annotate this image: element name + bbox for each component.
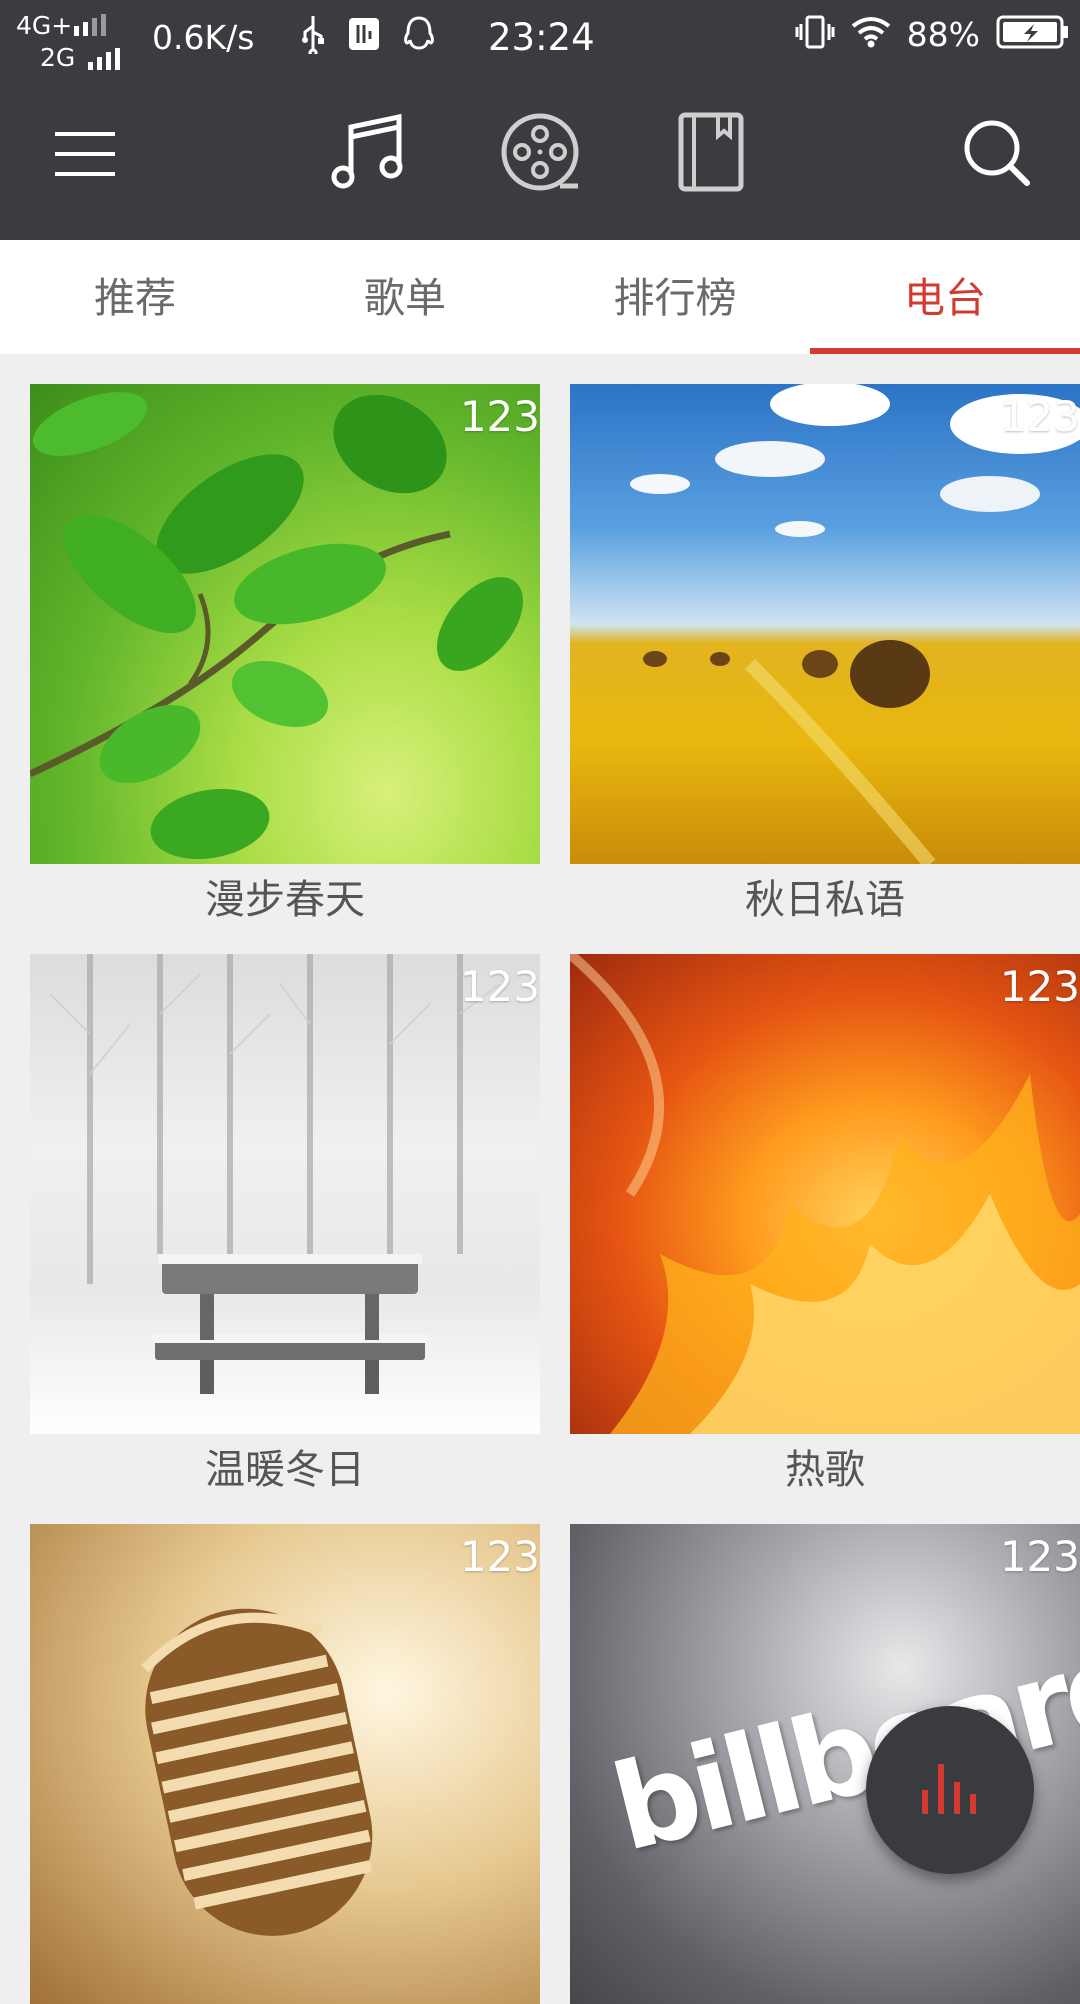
radio-thumbnail: 123 — [30, 384, 540, 864]
network-indicator: 4G+ 2G — [16, 8, 136, 72]
radio-title: 热歌 — [785, 1447, 865, 1493]
music-note-icon — [329, 113, 407, 195]
tab-label: 排行榜 — [613, 274, 737, 322]
radio-title: 秋日私语 — [745, 877, 905, 923]
radio-thumbnail: 123 — [570, 954, 1080, 1434]
active-tab-indicator — [810, 348, 1080, 354]
radio-card[interactable]: 123 热歌 — [570, 954, 1080, 1500]
system-icons: 88% — [795, 14, 1070, 54]
network-speed: 0.6K/s — [152, 18, 255, 57]
video-tab-button[interactable] — [492, 106, 588, 202]
radio-thumbnail: 123 — [30, 1524, 540, 2004]
signal-bars-bottom — [88, 48, 120, 70]
play-count: 123 — [459, 392, 540, 441]
usb-icon — [300, 14, 326, 58]
radio-title: 漫步春天 — [205, 877, 365, 923]
vibrate-icon — [795, 14, 835, 54]
book-tab-button[interactable] — [668, 108, 754, 200]
notification-icons — [300, 14, 436, 58]
tab-charts[interactable]: 排行榜 — [540, 240, 810, 354]
now-playing-button[interactable] — [866, 1706, 1034, 1874]
radio-card[interactable]: 123 — [30, 1524, 540, 2004]
play-count: 123 — [999, 1532, 1080, 1581]
play-count: 123 — [459, 1532, 540, 1581]
play-count: 123 — [999, 962, 1080, 1011]
radio-card[interactable]: 123 漫步春天 — [30, 384, 540, 930]
film-reel-icon — [500, 112, 580, 196]
usb-debug-icon — [348, 17, 380, 55]
network-type-top: 4G+ — [16, 11, 73, 40]
radio-title: 温暖冬日 — [205, 1447, 365, 1493]
play-count: 123 — [999, 392, 1080, 441]
qq-icon — [402, 15, 436, 57]
category-tabs: 推荐 歌单 排行榜 电台 — [0, 240, 1080, 354]
top-toolbar — [0, 76, 1080, 240]
play-count: 123 — [459, 962, 540, 1011]
radio-card[interactable]: 123 温暖冬日 — [30, 954, 540, 1500]
equalizer-icon — [918, 1760, 982, 1820]
battery-charging-icon — [996, 15, 1070, 53]
tab-playlists[interactable]: 歌单 — [270, 240, 540, 354]
radio-thumbnail: 123 — [30, 954, 540, 1434]
tab-label: 推荐 — [94, 274, 176, 322]
search-icon — [963, 119, 1031, 191]
clock: 23:24 — [488, 16, 595, 59]
radio-card[interactable]: 123 秋日私语 — [570, 384, 1080, 930]
battery-percent: 88% — [906, 14, 980, 54]
signal-bars-top — [74, 14, 106, 36]
network-type-bottom: 2G — [40, 43, 76, 72]
tab-radio[interactable]: 电台 — [810, 240, 1080, 354]
menu-icon — [53, 130, 117, 182]
menu-button[interactable] — [40, 116, 130, 196]
search-button[interactable] — [952, 110, 1042, 200]
tab-label: 歌单 — [364, 274, 446, 322]
music-tab-button[interactable] — [322, 108, 414, 200]
tab-recommend[interactable]: 推荐 — [0, 240, 270, 354]
radio-thumbnail: 123 — [570, 384, 1080, 864]
tab-label: 电台 — [904, 274, 986, 322]
wifi-icon — [851, 16, 891, 52]
book-icon — [678, 112, 744, 196]
status-bar: 4G+ 2G 0.6K/s 23:24 88% — [0, 0, 1080, 76]
